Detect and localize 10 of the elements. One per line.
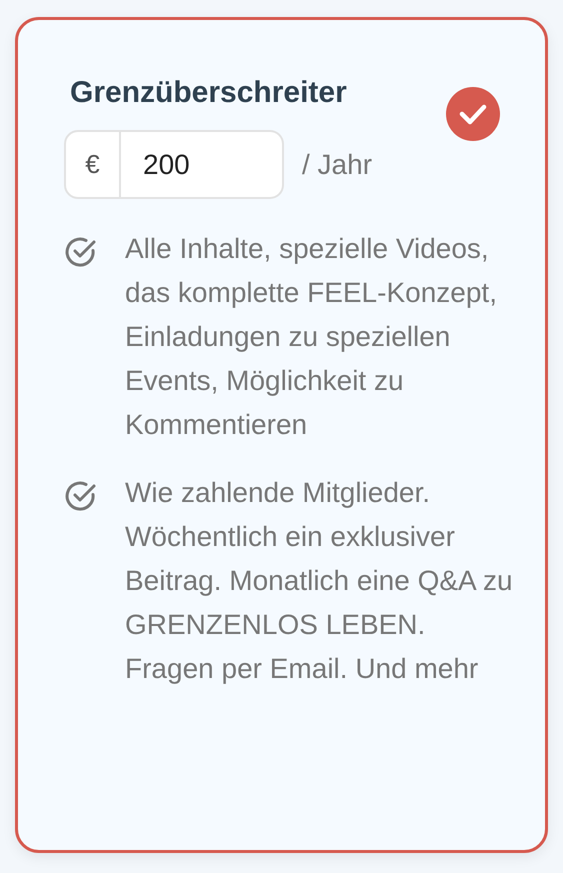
period-label: / Jahr	[302, 148, 372, 180]
check-badge-icon	[445, 86, 501, 142]
price-field[interactable]: 200	[121, 130, 284, 199]
check-circle-icon	[64, 479, 98, 513]
currency-label: €	[64, 130, 121, 199]
plan-card[interactable]	[15, 17, 548, 853]
feature-text: Wie zahlende Mitglieder. Wöchentlich ein exklusiver Beitrag. Monatlich eine Q&A zu GRENZENLOS LEBEN. Fragen per Email. Und mehr	[125, 476, 514, 686]
check-circle-icon	[64, 235, 98, 269]
plan-title: Grenzüberschreiter	[70, 76, 347, 110]
feature-text: Alle Inhalte, spezielle Videos, das komplette FEEL-Konzept, Einladungen zu speziellen Events, Möglichkeit zu Kommentieren	[125, 232, 498, 442]
